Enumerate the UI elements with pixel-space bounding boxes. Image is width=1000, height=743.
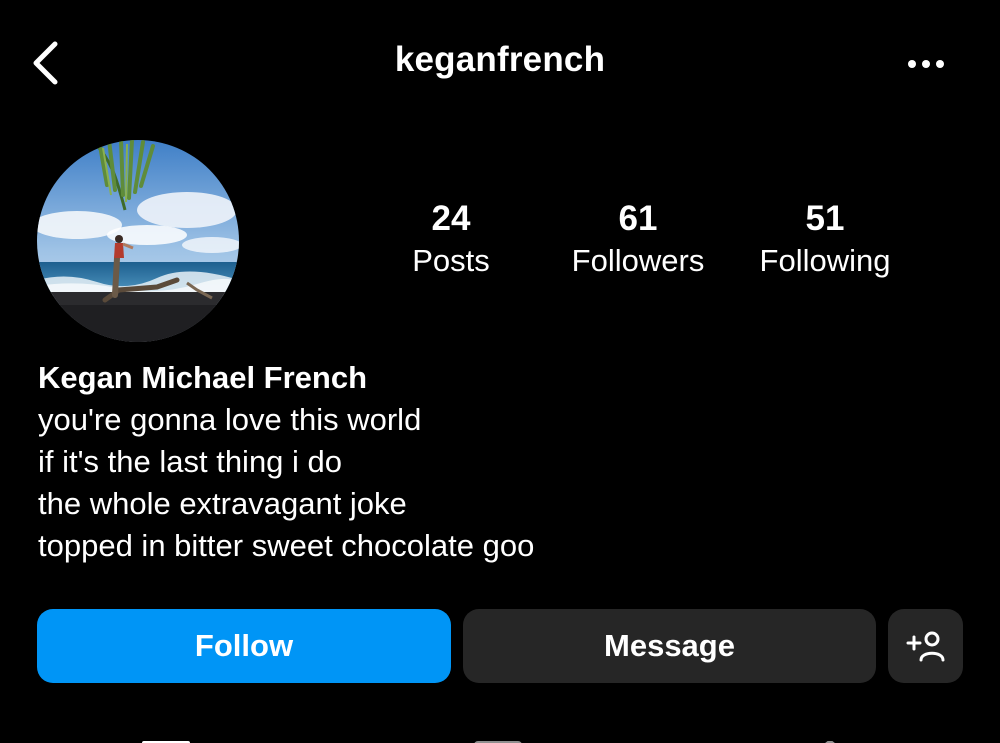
ellipsis-icon: [908, 60, 944, 68]
profile-header: keganfrench: [0, 0, 1000, 125]
avatar[interactable]: [37, 140, 239, 342]
bio-line: if it's the last thing i do: [38, 444, 343, 479]
grid-icon[interactable]: [142, 736, 190, 743]
bio-line: you're gonna love this world: [38, 402, 422, 437]
bio-line: topped in bitter sweet chocolate goo: [38, 528, 535, 563]
profile-username: keganfrench: [394, 40, 606, 79]
profile-tabs: [0, 730, 1000, 743]
message-button[interactable]: Message: [463, 609, 876, 683]
stat-followers[interactable]: 61 Followers: [556, 197, 720, 281]
reels-icon[interactable]: [474, 736, 522, 743]
stat-following-count: 51: [805, 199, 845, 238]
add-person-icon: [906, 631, 944, 662]
stat-posts-label: Posts: [412, 243, 490, 278]
stat-following-label: Following: [759, 243, 891, 278]
profile-full-name: Kegan Michael French: [38, 360, 368, 395]
stat-following[interactable]: 51 Following: [744, 197, 906, 281]
follow-button[interactable]: Follow: [37, 609, 451, 683]
stat-followers-label: Followers: [571, 243, 705, 278]
bio-line: the whole extravagant joke: [38, 486, 407, 521]
stat-posts[interactable]: 24 Posts: [392, 197, 510, 281]
stat-posts-count: 24: [431, 199, 471, 238]
more-options-button[interactable]: [898, 44, 954, 84]
tagged-icon[interactable]: [818, 736, 842, 743]
profile-bio: Kegan Michael French you're gonna love t…: [38, 357, 738, 567]
suggested-users-button[interactable]: [888, 609, 963, 683]
avatar-image: [37, 140, 239, 342]
stat-followers-count: 61: [618, 199, 658, 238]
